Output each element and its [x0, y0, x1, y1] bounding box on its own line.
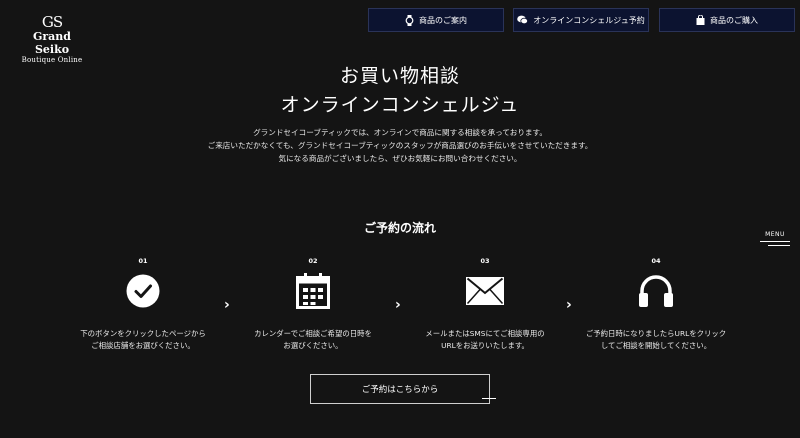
chevron-right-icon: › [224, 297, 230, 313]
envelope-icon [466, 277, 504, 305]
intro-line: ご来店いただかなくても、グランドセイコーブティックのスタッフが商品選びのお手伝い… [207, 141, 593, 150]
step-text-line: ご相談店舗をお選びください。 [91, 341, 195, 350]
menu-line [760, 241, 790, 242]
nav-products-button[interactable]: 商品のご案内 [368, 8, 504, 32]
step-text-line: URLをお送りいたします。 [441, 341, 529, 350]
reservation-button-label: ご予約はこちらから [361, 385, 439, 395]
page-title: お買い物相談 [339, 65, 460, 87]
step-number: 04 [651, 257, 661, 265]
chevron-right-icon: › [395, 297, 401, 313]
step-number: 01 [138, 257, 148, 265]
check-circle-icon [126, 274, 160, 308]
step-text-line: お選びください。 [283, 341, 343, 350]
brand-logo[interactable]: GS Grand Seiko Boutique Online [18, 14, 86, 65]
shopping-bag-icon [696, 15, 705, 25]
nav-purchase-label: 商品のご購入 [710, 15, 758, 25]
step-text-line: してご相談を開始してください。 [600, 341, 712, 350]
step-text-line: ご予約日時になりましたらURLをクリック [585, 329, 727, 338]
nav-purchase-button[interactable]: 商品のご購入 [659, 8, 795, 32]
chevron-right-icon: › [566, 297, 572, 313]
logo-name: Grand Seiko [32, 30, 71, 56]
button-decoration-line [482, 398, 496, 399]
watch-icon [405, 14, 414, 26]
chat-bubble-icon [517, 15, 529, 25]
menu-line [768, 245, 790, 246]
step-text-line: カレンダーでご相談ご希望の日時を [254, 329, 372, 338]
intro-line: グランドセイコーブティックでは、オンラインで商品に関する相談を承っております。 [253, 128, 547, 137]
page-subtitle: オンラインコンシェルジュ [280, 94, 520, 116]
calendar-icon [296, 273, 330, 309]
flow-step: 01 下のボタンをクリックしたページから ご相談店舗をお選びください。 [68, 257, 218, 352]
nav-concierge-button[interactable]: オンラインコンシェルジュ予約 [513, 8, 649, 32]
logo-mark: GS [41, 13, 63, 31]
nav-products-label: 商品のご案内 [419, 15, 467, 25]
step-number: 03 [480, 257, 490, 265]
intro-line: 気になる商品がございましたら、ぜひお気軽にお問い合わせください。 [278, 154, 522, 163]
flow-step: 03 メールまたはSMSにてご相談専用の URLをお送りいたします。 [410, 257, 560, 352]
reservation-button[interactable]: ご予約はこちらから [310, 374, 490, 404]
step-number: 02 [308, 257, 318, 265]
step-text-line: 下のボタンをクリックしたページから [80, 329, 206, 338]
nav-concierge-label: オンラインコンシェルジュ予約 [533, 15, 645, 25]
step-text-line: メールまたはSMSにてご相談専用の [425, 329, 545, 338]
intro-text: グランドセイコーブティックでは、オンラインで商品に関する相談を承っております。 … [0, 126, 800, 165]
headphones-icon [639, 275, 673, 307]
flow-title: ご予約の流れ [363, 221, 436, 235]
flow-step: 02 カレンダーでご相談ご希望の日時を お選びください。 [238, 257, 388, 352]
flow-step: 04 ご予約日時になりましたらURLをクリック してご相談を開始してください。 [581, 257, 731, 352]
